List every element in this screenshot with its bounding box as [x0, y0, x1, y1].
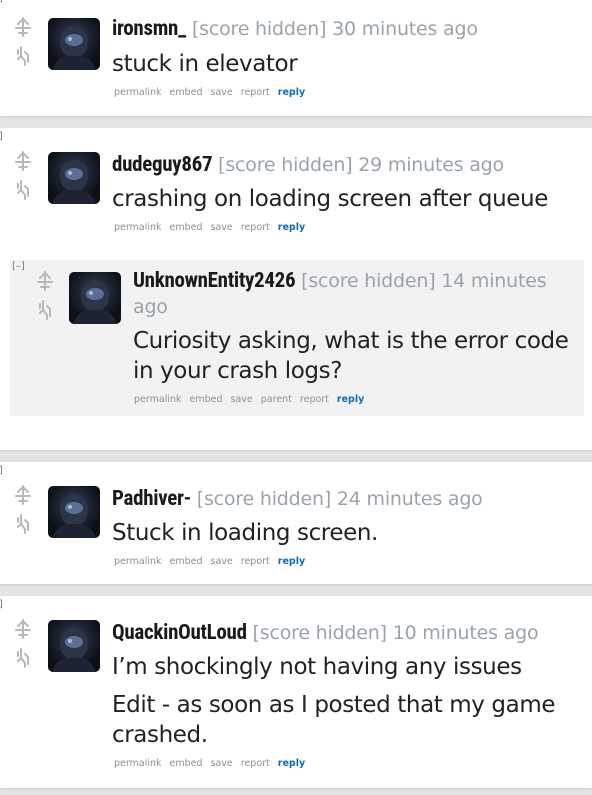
author-link[interactable]: UnknownEntity2426	[133, 269, 296, 293]
embed-link[interactable]: embed	[190, 394, 223, 405]
collapse-toggle[interactable]: [–]	[0, 0, 3, 4]
downvote-icon[interactable]	[34, 298, 56, 320]
reply-link[interactable]: reply	[278, 222, 305, 233]
timestamp: 29 minutes ago	[358, 154, 504, 176]
comment-actions: permalink embed save report reply	[114, 758, 313, 769]
nested-reply: [–] UnknownEntity2426 [score hidden] 14 …	[10, 260, 584, 416]
upvote-icon[interactable]	[12, 618, 34, 640]
comment-header: dudeguy867 [score hidden] 29 minutes ago	[112, 152, 504, 178]
comment-body: I’m shockingly not having any issues Edi…	[112, 652, 577, 750]
embed-link[interactable]: embed	[170, 758, 203, 769]
comment-card: [–] dudeguy867 [score hidden] 29 minutes…	[0, 128, 592, 450]
vote-column	[12, 484, 38, 534]
downvote-icon[interactable]	[12, 512, 34, 534]
comment-text: Stuck in loading screen.	[112, 520, 378, 546]
comment-header: Padhiver- [score hidden] 24 minutes ago	[112, 486, 483, 512]
score-label: [score hidden]	[218, 154, 353, 176]
comment-actions: permalink embed save parent report reply	[134, 394, 372, 405]
collapse-toggle[interactable]: [–]	[12, 262, 25, 272]
downvote-icon[interactable]	[12, 44, 34, 66]
timestamp: 10 minutes ago	[392, 622, 539, 644]
reply-link[interactable]: reply	[337, 394, 364, 405]
comment-text: crashing on loading screen after queue	[112, 186, 548, 212]
permalink-link[interactable]: permalink	[114, 556, 162, 567]
reply-link[interactable]: reply	[278, 758, 305, 769]
comment-body: crashing on loading screen after queue	[112, 184, 582, 214]
report-link[interactable]: report	[241, 87, 270, 98]
comment-body: Curiosity asking, what is the error code…	[133, 326, 578, 386]
report-link[interactable]: report	[241, 222, 270, 233]
author-link[interactable]: Padhiver-	[112, 487, 191, 511]
comment-actions: permalink embed save report reply	[114, 87, 313, 98]
upvote-icon[interactable]	[12, 16, 34, 38]
comment-card: [–] Padhiver- [score hidden] 24 minutes …	[0, 462, 592, 584]
upvote-icon[interactable]	[12, 150, 34, 172]
embed-link[interactable]: embed	[170, 556, 203, 567]
collapse-toggle[interactable]: [–]	[0, 132, 3, 142]
save-link[interactable]: save	[211, 87, 233, 98]
permalink-link[interactable]: permalink	[114, 222, 162, 233]
save-link[interactable]: save	[211, 758, 233, 769]
reply-link[interactable]: reply	[278, 556, 305, 567]
upvote-icon[interactable]	[12, 484, 34, 506]
timestamp: 24 minutes ago	[336, 488, 483, 510]
collapse-toggle[interactable]: [–]	[0, 466, 3, 476]
avatar[interactable]	[48, 620, 100, 672]
comment-text: stuck in elevator	[112, 51, 298, 77]
save-link[interactable]: save	[231, 394, 253, 405]
permalink-link[interactable]: permalink	[114, 758, 162, 769]
vote-column	[12, 618, 38, 668]
report-link[interactable]: report	[241, 556, 270, 567]
comment-actions: permalink embed save report reply	[114, 222, 313, 233]
embed-link[interactable]: embed	[170, 87, 203, 98]
reply-link[interactable]: reply	[278, 87, 305, 98]
vote-column	[12, 16, 38, 66]
comment-header: QuackinOutLoud [score hidden] 10 minutes…	[112, 620, 539, 646]
score-label: [score hidden]	[252, 622, 387, 644]
permalink-link[interactable]: permalink	[134, 394, 182, 405]
permalink-link[interactable]: permalink	[114, 87, 162, 98]
vote-column	[34, 270, 60, 320]
score-label: [score hidden]	[191, 18, 327, 40]
comment-text: Edit - as soon as I posted that my game …	[112, 692, 556, 748]
comment-header: UnknownEntity2426 [score hidden] 14 minu…	[133, 268, 553, 320]
score-label: [score hidden]	[301, 270, 436, 292]
report-link[interactable]: report	[241, 758, 270, 769]
author-link[interactable]: QuackinOutLoud	[112, 621, 247, 645]
comment-text: Curiosity asking, what is the error code…	[133, 328, 569, 384]
save-link[interactable]: save	[211, 222, 233, 233]
timestamp: 30 minutes ago	[332, 18, 478, 40]
comment-header: ironsmn_ [score hidden] 30 minutes ago	[112, 16, 478, 42]
author-link[interactable]: ironsmn_	[112, 17, 186, 41]
comment-card: [–] ironsmn_ [score hidden] 30 minutes a…	[0, 0, 592, 116]
comment-actions: permalink embed save report reply	[114, 556, 313, 567]
comment-text: I’m shockingly not having any issues	[112, 654, 522, 680]
embed-link[interactable]: embed	[170, 222, 203, 233]
avatar[interactable]	[48, 486, 100, 538]
report-link[interactable]: report	[300, 394, 329, 405]
score-label: [score hidden]	[196, 488, 332, 510]
avatar[interactable]	[48, 18, 100, 70]
upvote-icon[interactable]	[34, 270, 56, 292]
avatar[interactable]	[48, 152, 100, 204]
collapse-toggle[interactable]: [–]	[0, 600, 3, 610]
vote-column	[12, 150, 38, 200]
comment-card: [–] QuackinOutLoud [score hidden] 10 min…	[0, 596, 592, 788]
comment-body: stuck in elevator	[112, 49, 572, 79]
downvote-icon[interactable]	[12, 646, 34, 668]
comment-body: Stuck in loading screen.	[112, 518, 572, 548]
author-link[interactable]: dudeguy867	[112, 153, 213, 177]
downvote-icon[interactable]	[12, 178, 34, 200]
avatar[interactable]	[69, 272, 121, 324]
parent-link[interactable]: parent	[261, 394, 292, 405]
save-link[interactable]: save	[211, 556, 233, 567]
